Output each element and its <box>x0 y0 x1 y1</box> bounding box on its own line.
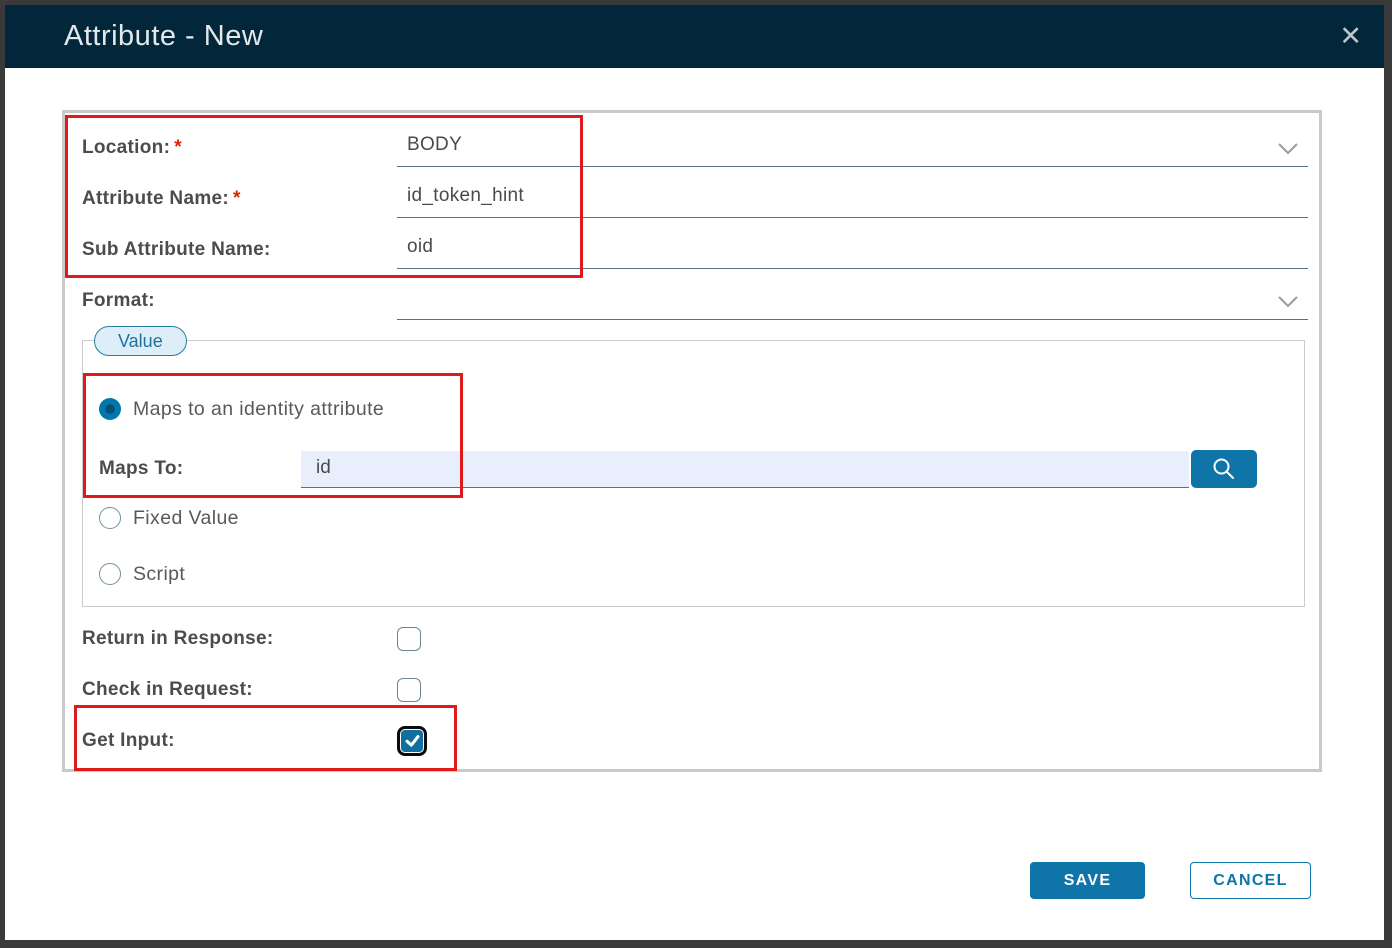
radio-maps-to-identity-attribute[interactable]: Maps to an identity attribute <box>99 393 1304 425</box>
dialog-title: Attribute - New <box>64 20 263 53</box>
field-row-location: Location:* <box>65 122 1319 173</box>
field-rows: Location:* Attribute Name:* Sub <box>65 113 1319 326</box>
attribute-form: Location:* Attribute Name:* Sub <box>62 110 1322 772</box>
label-text: Format: <box>82 290 155 311</box>
field-row-sub-attribute-name: Sub Attribute Name: <box>65 224 1319 275</box>
value-section: Value Maps to an identity attribute Maps… <box>82 340 1305 607</box>
format-select-input[interactable] <box>397 282 1308 320</box>
maps-to-row: Maps To: <box>99 450 1304 488</box>
field-row-attribute-name: Attribute Name:* <box>65 173 1319 224</box>
format-label: Format: <box>82 290 397 312</box>
get-input-label: Get Input: <box>82 730 397 752</box>
close-icon[interactable]: ✕ <box>1339 23 1362 50</box>
required-asterisk: * <box>233 188 241 209</box>
radio-button[interactable] <box>99 563 121 585</box>
cancel-button[interactable]: CANCEL <box>1190 862 1311 899</box>
checkbox-fill <box>401 730 423 752</box>
maps-to-input[interactable] <box>301 451 1189 488</box>
check-in-request-checkbox[interactable] <box>397 678 421 702</box>
maps-to-search-button[interactable] <box>1191 450 1257 488</box>
radio-fixed-value[interactable]: Fixed Value <box>99 502 1304 534</box>
search-icon <box>1211 456 1237 482</box>
sub-attribute-name-input[interactable] <box>397 231 1308 269</box>
required-asterisk: * <box>174 137 182 158</box>
label-text: Location: <box>82 137 170 158</box>
sub-attribute-name-field <box>397 231 1308 269</box>
row-return-in-response: Return in Response: <box>65 613 1319 664</box>
radio-button[interactable] <box>99 507 121 529</box>
dialog-titlebar: Attribute - New ✕ <box>0 0 1392 68</box>
row-check-in-request: Check in Request: <box>65 664 1319 715</box>
tab-value[interactable]: Value <box>94 326 187 356</box>
check-in-request-label: Check in Request: <box>82 679 397 701</box>
checkbox-rows: Return in Response: Check in Request: Ge… <box>65 613 1319 766</box>
radio-label: Maps to an identity attribute <box>133 398 384 421</box>
attribute-name-input[interactable] <box>397 180 1308 218</box>
return-in-response-label: Return in Response: <box>82 628 397 650</box>
sub-attribute-name-label: Sub Attribute Name: <box>82 239 397 261</box>
attribute-name-field <box>397 180 1308 218</box>
attribute-name-label: Attribute Name:* <box>82 188 397 210</box>
format-select <box>397 282 1308 320</box>
check-icon <box>404 732 421 749</box>
field-row-format: Format: <box>65 275 1319 326</box>
save-button[interactable]: SAVE <box>1030 862 1145 899</box>
location-select <box>397 129 1308 167</box>
radio-script[interactable]: Script <box>99 558 1304 590</box>
attribute-new-dialog: Attribute - New ✕ Location:* Attribute N… <box>0 0 1392 948</box>
location-label: Location:* <box>82 137 397 159</box>
get-input-checkbox[interactable] <box>397 726 427 756</box>
radio-label: Fixed Value <box>133 507 239 530</box>
label-text: Sub Attribute Name: <box>82 239 271 260</box>
location-select-input[interactable] <box>397 129 1308 167</box>
maps-to-label: Maps To: <box>99 458 301 480</box>
label-text: Attribute Name: <box>82 188 229 209</box>
radio-button[interactable] <box>99 398 121 420</box>
return-in-response-checkbox[interactable] <box>397 627 421 651</box>
radio-label: Script <box>133 563 185 586</box>
row-get-input: Get Input: <box>65 715 1319 766</box>
